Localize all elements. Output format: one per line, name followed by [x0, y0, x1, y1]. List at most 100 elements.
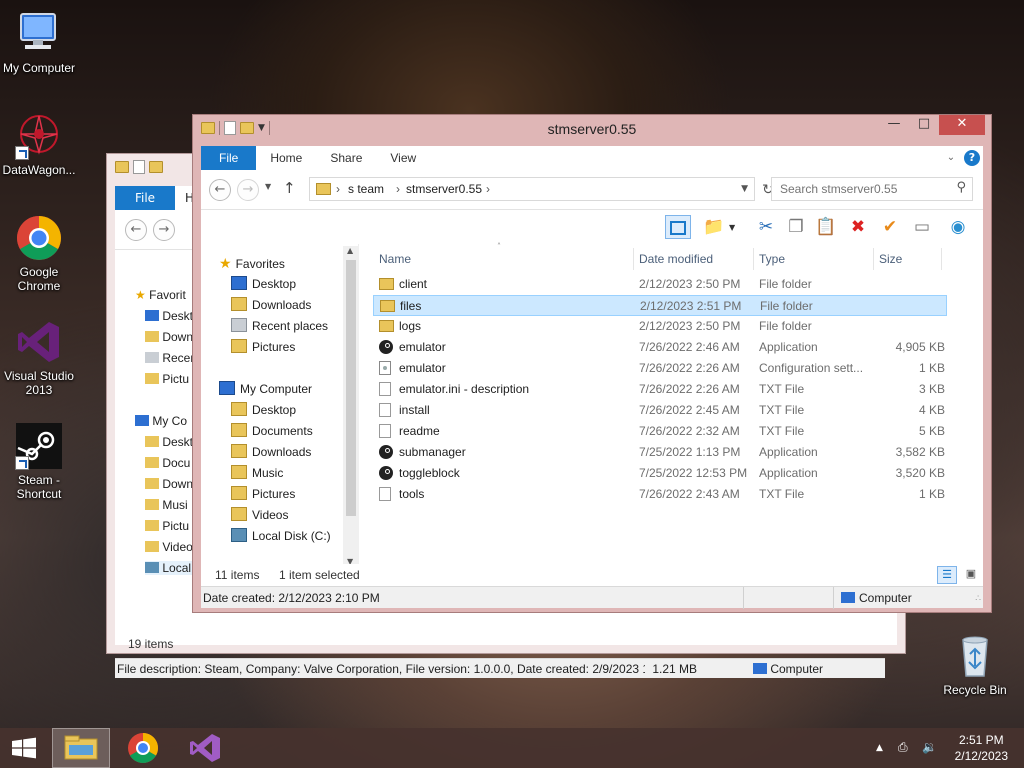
file-row[interactable]: logs 2/12/2023 2:50 PM File folder: [373, 316, 947, 337]
maximize-button[interactable]: □: [909, 115, 939, 135]
column-divider[interactable]: [941, 248, 942, 270]
nav-mc-videos[interactable]: Videos: [231, 505, 288, 525]
file-name: tools: [399, 487, 425, 501]
recent-places-icon: [145, 352, 159, 363]
column-divider[interactable]: [753, 248, 754, 270]
breadcrumb-separator-icon[interactable]: ›: [486, 182, 490, 196]
title-bar[interactable]: ▼ stmserver0.55 — □ ✕: [193, 115, 991, 145]
volume-icon[interactable]: 🔉: [922, 740, 937, 754]
nav-favorites[interactable]: ★ Favorites: [219, 253, 285, 273]
column-header-date[interactable]: Date modified: [639, 248, 713, 270]
file-row[interactable]: files 2/12/2023 2:51 PM File folder: [373, 295, 947, 316]
breadcrumb-stmserver[interactable]: stmserver0.55: [406, 182, 482, 196]
nav-mc-documents[interactable]: Documents: [231, 421, 313, 441]
large-icons-view-icon[interactable]: ▣: [961, 566, 981, 584]
desktop-icon-visual-studio[interactable]: Visual Studio 2013: [1, 318, 77, 397]
column-divider[interactable]: [873, 248, 874, 270]
details-view-icon[interactable]: ☰: [937, 566, 957, 584]
search-input[interactable]: [772, 178, 942, 200]
close-button[interactable]: ✕: [939, 115, 985, 135]
desktop-icon-label: Google Chrome: [17, 265, 61, 293]
forward-arrow-icon[interactable]: →: [153, 219, 175, 241]
search-icon[interactable]: ⚲: [956, 180, 966, 195]
properties-dropdown-icon[interactable]: ▼: [729, 223, 735, 232]
file-row[interactable]: emulator 7/26/2022 2:46 AM Application 4,90…: [373, 337, 947, 358]
address-bar[interactable]: › s team › stmserver0.55 › ▼: [309, 177, 755, 201]
breadcrumb-separator-icon[interactable]: ›: [336, 182, 340, 196]
file-row[interactable]: submanager 7/25/2022 1:13 PM Application 3,…: [373, 442, 947, 463]
column-header-type[interactable]: Type: [759, 248, 785, 270]
file-type: TXT File: [759, 487, 805, 501]
column-header-name[interactable]: Name: [379, 248, 411, 270]
copy-icon[interactable]: ❐: [783, 215, 809, 239]
tab-home[interactable]: Home: [256, 146, 316, 170]
clock[interactable]: 2:51 PM 2/12/2023: [955, 732, 1008, 764]
desktop-icon-google-chrome[interactable]: Google Chrome: [1, 214, 77, 293]
nav-mc-downloads[interactable]: Downloads: [231, 442, 311, 462]
search-box[interactable]: ⚲: [771, 177, 973, 201]
datawagon-icon: [15, 112, 63, 160]
nav-downloads[interactable]: Downloads: [231, 295, 311, 315]
file-row[interactable]: emulator 7/26/2022 2:26 AM Configuration s…: [373, 358, 947, 379]
desktop-icon-datawagon[interactable]: DataWagon...: [1, 112, 77, 177]
desktop-icon-my-computer[interactable]: My Computer: [1, 10, 77, 75]
up-arrow-icon[interactable]: ↑: [283, 179, 296, 197]
desktop-icon-recycle-bin[interactable]: Recycle Bin: [937, 632, 1013, 697]
breadcrumb-s-team[interactable]: s team: [348, 182, 384, 196]
resize-grip-icon[interactable]: ∴: [975, 593, 981, 604]
breadcrumb-separator-icon[interactable]: ›: [396, 182, 400, 196]
column-header-size[interactable]: Size: [879, 248, 902, 270]
back-arrow-icon[interactable]: ←: [125, 219, 147, 241]
new-folder-icon[interactable]: [149, 161, 163, 173]
cut-icon[interactable]: ✂: [753, 215, 779, 239]
file-row[interactable]: tools 7/26/2022 2:43 AM TXT File 1 KB: [373, 484, 947, 505]
nav-mc-music[interactable]: Music: [231, 463, 283, 483]
preview-pane-icon[interactable]: [665, 215, 691, 239]
share-globe-icon[interactable]: ◉: [945, 215, 971, 239]
nav-pictures[interactable]: Pictures: [231, 337, 295, 357]
desktop-icon: [231, 276, 247, 290]
taskbar-file-explorer[interactable]: [52, 728, 110, 768]
tab-share[interactable]: Share: [316, 146, 376, 170]
file-type: TXT File: [759, 382, 805, 396]
file-row[interactable]: toggleblock 7/25/2022 12:53 PM Application…: [373, 463, 947, 484]
nav-local-disk[interactable]: Local Disk (C:): [231, 526, 331, 546]
scrollbar-thumb[interactable]: [346, 260, 356, 516]
delete-icon[interactable]: ✖: [845, 215, 871, 239]
nav-my-computer[interactable]: My Computer: [219, 379, 312, 399]
paste-icon[interactable]: 📋: [813, 215, 839, 239]
expand-ribbon-icon[interactable]: ⌄: [941, 146, 961, 170]
taskbar-visual-studio[interactable]: [176, 728, 234, 768]
show-hidden-icons-icon[interactable]: ▲: [876, 743, 883, 753]
start-button[interactable]: [0, 728, 48, 768]
properties-icon[interactable]: [133, 160, 145, 174]
nav-recent-places[interactable]: Recent places: [231, 316, 328, 336]
desktop-icon-steam[interactable]: Steam - Shortcut: [1, 422, 77, 501]
rename-check-icon[interactable]: ✔: [877, 215, 903, 239]
help-icon[interactable]: ?: [961, 146, 983, 170]
recent-locations-icon[interactable]: ▼: [265, 182, 271, 191]
detail-date-created: Date created: 2/12/2023 2:10 PM: [203, 591, 380, 605]
file-row[interactable]: readme 7/26/2022 2:32 AM TXT File 5 KB: [373, 421, 947, 442]
rename-field-icon[interactable]: ▭: [909, 215, 935, 239]
back-arrow-icon[interactable]: ←: [209, 179, 231, 201]
nav-desktop[interactable]: Desktop: [231, 274, 296, 294]
nav-mc-desktop[interactable]: Desktop: [231, 400, 296, 420]
tab-file[interactable]: File: [115, 186, 175, 210]
scroll-up-icon[interactable]: ▲: [347, 246, 353, 255]
tab-view[interactable]: View: [376, 146, 430, 170]
network-icon[interactable]: ⎙: [898, 740, 908, 755]
tab-file[interactable]: File: [201, 146, 257, 170]
file-row[interactable]: client 2/12/2023 2:50 PM File folder: [373, 274, 947, 295]
nav-scrollbar[interactable]: ▲ ▼: [343, 246, 359, 566]
explorer-window-stmserver[interactable]: ▼ stmserver0.55 — □ ✕ File Home Share Vi…: [192, 114, 992, 613]
properties-folder-icon[interactable]: 📁: [701, 215, 727, 239]
minimize-button[interactable]: —: [879, 115, 909, 135]
column-divider[interactable]: [633, 248, 634, 270]
forward-arrow-icon[interactable]: →: [237, 179, 259, 201]
address-dropdown-icon[interactable]: ▼: [741, 184, 748, 194]
nav-mc-pictures[interactable]: Pictures: [231, 484, 295, 504]
taskbar-chrome[interactable]: [114, 728, 172, 768]
file-row[interactable]: install 7/26/2022 2:45 AM TXT File 4 KB: [373, 400, 947, 421]
file-row[interactable]: emulator.ini - description 7/26/2022 2:26…: [373, 379, 947, 400]
